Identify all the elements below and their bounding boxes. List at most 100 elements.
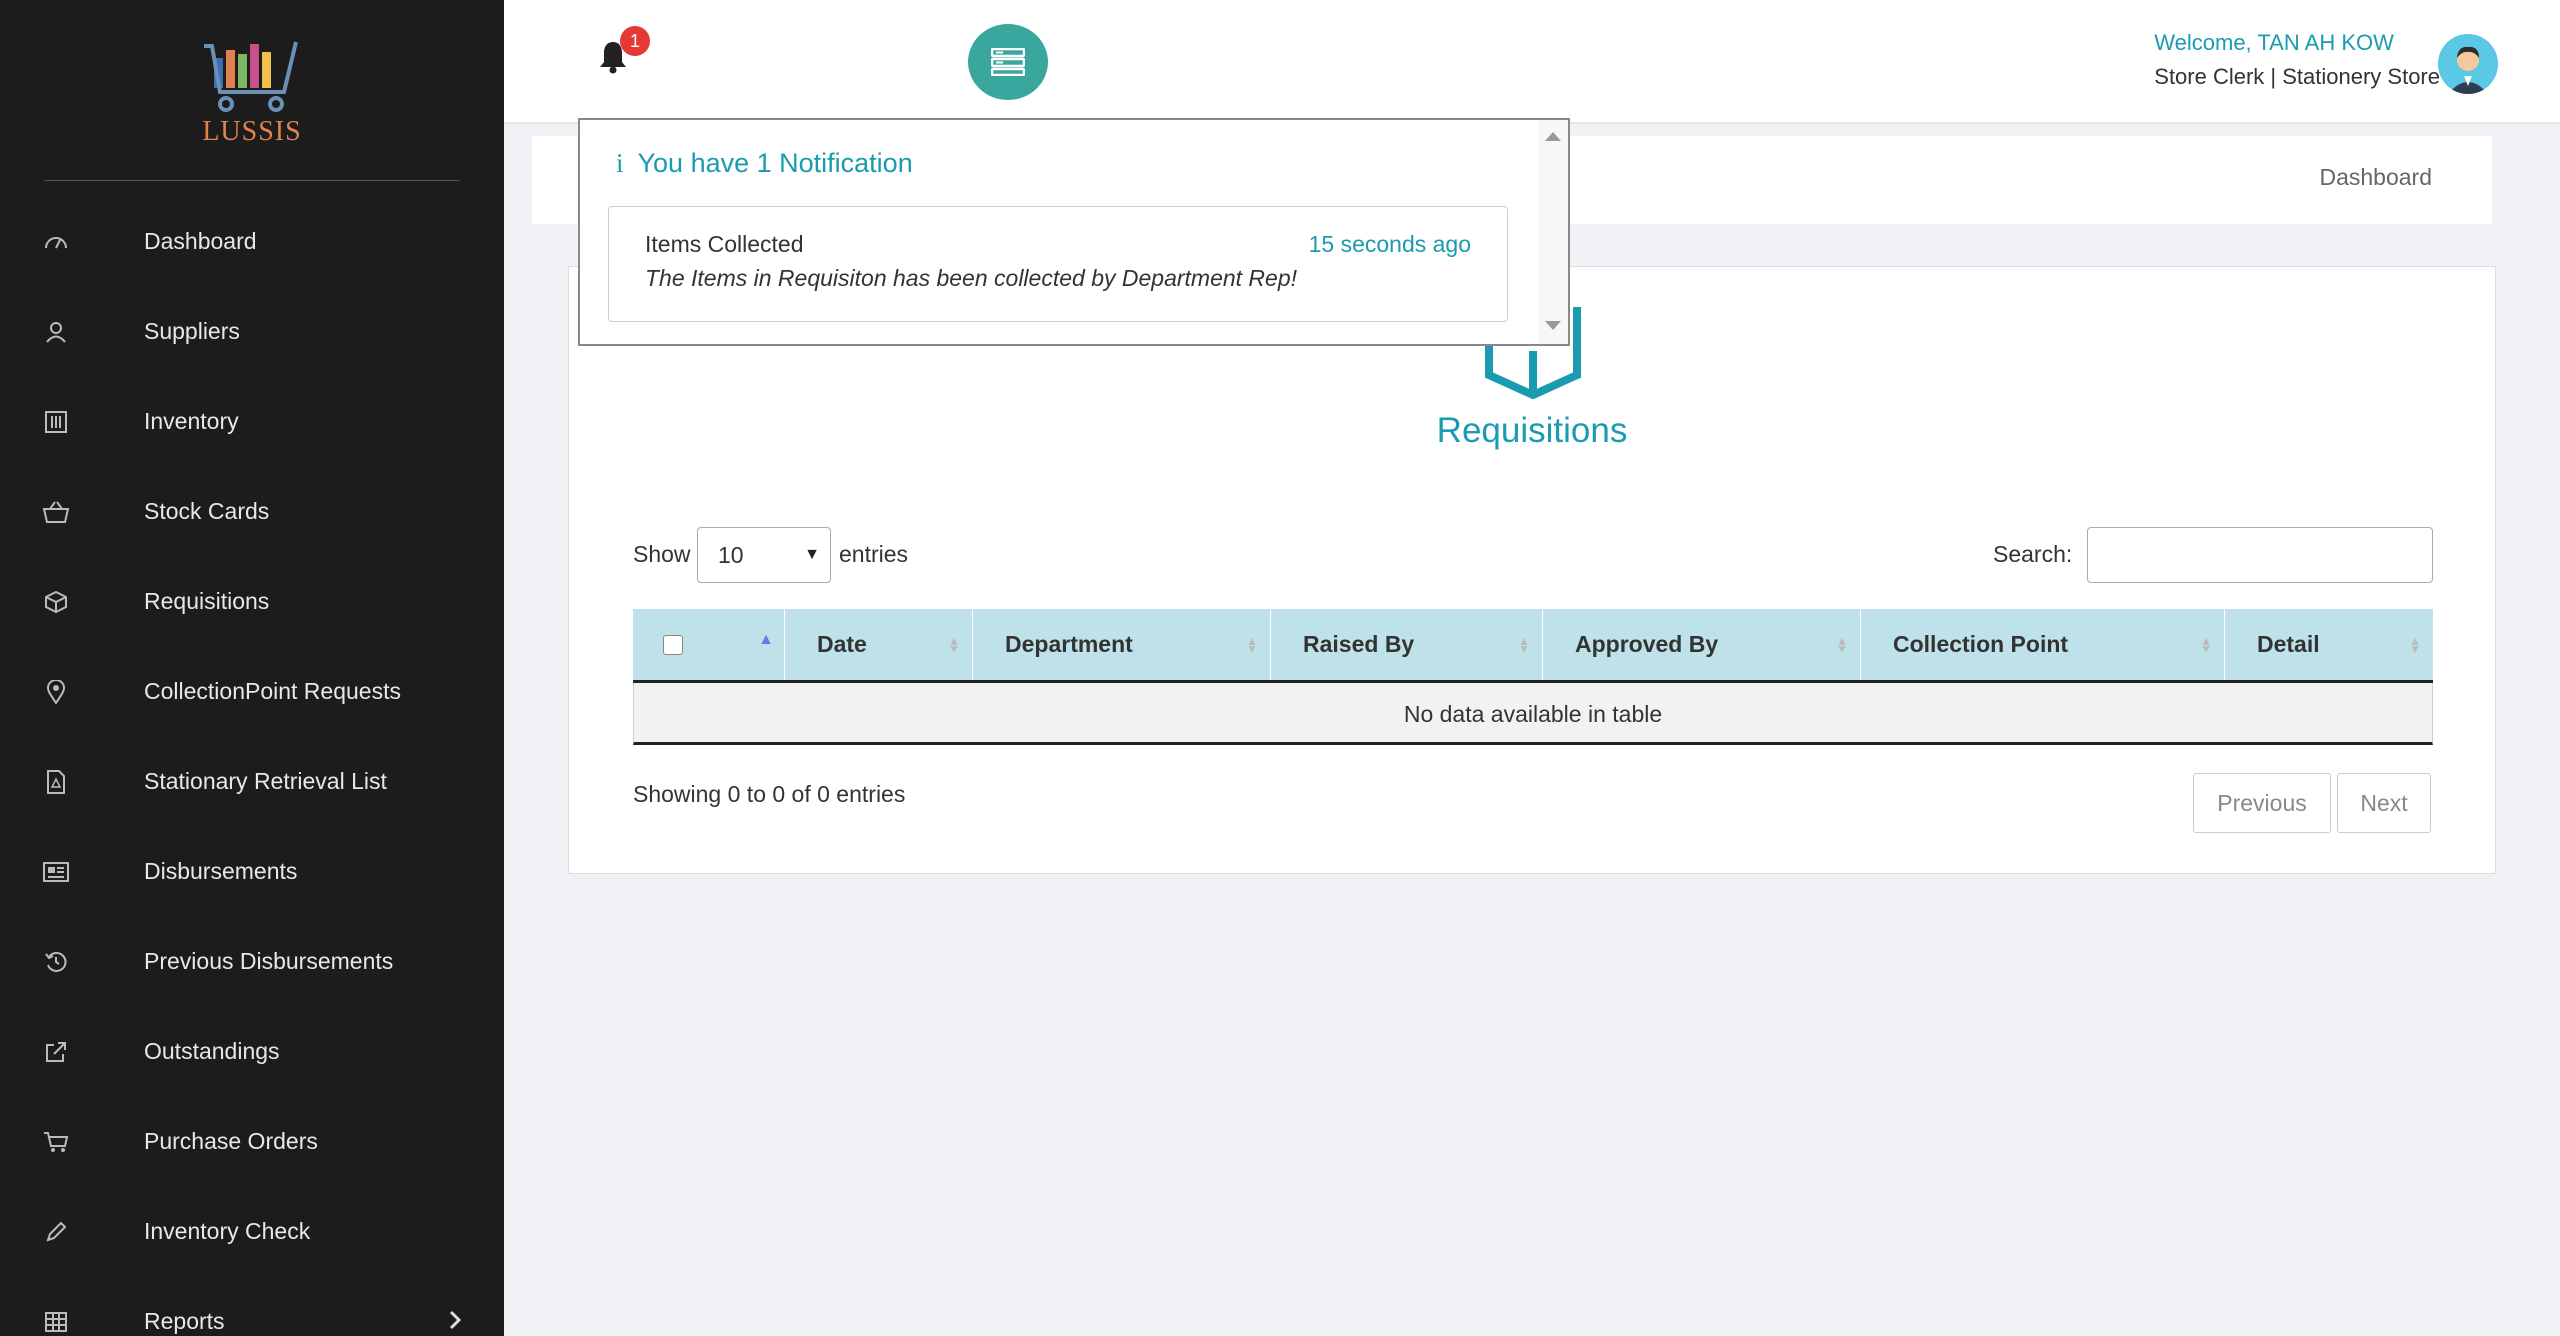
breadcrumb-current[interactable]: Dashboard	[2319, 164, 2432, 191]
sidebar-item-label: Reports	[144, 1307, 225, 1334]
sidebar-item-label: Disbursements	[144, 857, 298, 884]
page-size-select[interactable]: 10 ▼	[697, 527, 831, 583]
cart-icon	[42, 1130, 70, 1154]
pencil-icon	[42, 1220, 70, 1244]
column-header-detail[interactable]: Detail ▲ ▼	[2225, 609, 2433, 680]
scroll-up-arrow-icon[interactable]	[1545, 132, 1561, 141]
logo-text: LUSSIS	[202, 116, 302, 147]
sidebar-item-collectionpoint-requests[interactable]: CollectionPoint Requests	[0, 646, 504, 736]
avatar[interactable]	[2438, 34, 2498, 94]
sidebar-item-outstandings[interactable]: Outstandings	[0, 1006, 504, 1096]
column-label: Date	[817, 631, 867, 657]
notification-heading: i You have 1 Notification	[616, 148, 913, 179]
column-header-department[interactable]: Department ▲ ▼	[973, 609, 1271, 680]
server-icon	[991, 48, 1025, 76]
sort-icon: ▲ ▼	[2200, 634, 2212, 656]
sidebar-item-label: Suppliers	[144, 317, 240, 344]
sidebar-item-label: Dashboard	[144, 227, 257, 254]
column-header-raised-by[interactable]: Raised By ▲ ▼	[1271, 609, 1543, 680]
chevron-right-icon	[448, 1309, 462, 1336]
select-all-checkbox[interactable]	[663, 634, 683, 655]
page-size-value: 10	[718, 542, 744, 568]
external-link-icon	[42, 1040, 70, 1064]
search-input[interactable]	[2087, 527, 2433, 583]
column-label: Collection Point	[1893, 631, 2069, 657]
sidebar-item-previous-disbursements[interactable]: Previous Disbursements	[0, 916, 504, 1006]
sidebar-item-inventory[interactable]: Inventory	[0, 376, 504, 466]
sort-icon: ▲ ▼	[1836, 634, 1848, 656]
column-label: Department	[1005, 631, 1133, 657]
notification-scrollbar[interactable]	[1538, 120, 1568, 344]
notification-title: Items Collected	[645, 231, 804, 257]
sidebar-item-stock-cards[interactable]: Stock Cards	[0, 466, 504, 556]
requisitions-table: ▲ Date ▲ ▼ Department ▲ ▼ Raised By ▲ ▼ App…	[633, 609, 2433, 745]
location-pin-icon	[42, 680, 70, 704]
notification-dropdown: i You have 1 Notification Items Collected…	[578, 118, 1570, 346]
table-header-row: ▲ Date ▲ ▼ Department ▲ ▼ Raised By ▲ ▼ App…	[633, 609, 2433, 683]
table-info: Showing 0 to 0 of 0 entries	[633, 781, 906, 807]
app-logo[interactable]: LUSSIS	[196, 36, 308, 160]
user-welcome: Welcome, TAN AH KOW Store Clerk | Statio…	[2154, 30, 2440, 90]
notification-item[interactable]: Items Collected 15 seconds ago The Items…	[608, 206, 1508, 322]
sidebar-item-label: CollectionPoint Requests	[144, 677, 401, 704]
sort-asc-icon: ▲	[758, 631, 774, 648]
sidebar-item-stationary-retrieval-list[interactable]: Stationary Retrieval List	[0, 736, 504, 826]
notification-message: The Items in Requisiton has been collect…	[645, 265, 1298, 291]
cart-logo-icon	[204, 41, 298, 112]
sidebar-item-label: Stock Cards	[144, 497, 270, 524]
user-role: Store Clerk | Stationery Store	[2154, 64, 2440, 89]
select-all-column[interactable]: ▲	[633, 609, 785, 680]
requisitions-card: Requisitions Show 10 ▼ entries Search: ▲…	[568, 266, 2496, 874]
scroll-down-arrow-icon[interactable]	[1545, 321, 1561, 330]
page-title: Requisitions	[1436, 411, 1628, 450]
sidebar-nav: Dashboard Suppliers Inventory Stock Card…	[0, 196, 504, 1336]
show-label: Show	[633, 541, 691, 567]
welcome-text[interactable]: Welcome, TAN AH KOW	[2154, 30, 2440, 56]
sidebar-item-suppliers[interactable]: Suppliers	[0, 286, 504, 376]
chevron-down-icon: ▼	[804, 546, 820, 563]
column-header-collection-point[interactable]: Collection Point ▲ ▼	[1861, 609, 2225, 680]
column-label: Detail	[2257, 631, 2320, 657]
column-header-date[interactable]: Date ▲ ▼	[785, 609, 973, 680]
sidebar-item-requisitions[interactable]: Requisitions	[0, 556, 504, 646]
sidebar-item-reports[interactable]: Reports	[0, 1276, 504, 1336]
notification-count-badge: 1	[620, 26, 650, 56]
info-icon: i	[616, 148, 624, 178]
sidebar-divider	[44, 180, 460, 181]
box-icon	[42, 590, 70, 614]
sort-icon: ▲ ▼	[2409, 634, 2421, 656]
pdf-file-icon	[42, 770, 70, 794]
sidebar-item-label: Previous Disbursements	[144, 947, 394, 974]
sort-icon: ▲ ▼	[1518, 634, 1530, 656]
table-empty-row: No data available in table	[633, 683, 2433, 745]
notification-heading-text: You have 1 Notification	[637, 148, 913, 178]
notification-time: 15 seconds ago	[1308, 231, 1471, 257]
next-page-button[interactable]: Next	[2337, 773, 2431, 833]
sidebar-item-label: Inventory Check	[144, 1217, 311, 1244]
sidebar-item-label: Stationary Retrieval List	[144, 767, 387, 794]
history-icon	[42, 950, 70, 974]
search-label: Search:	[1993, 541, 2073, 567]
table-icon	[42, 1310, 70, 1334]
dashboard-icon	[42, 230, 70, 254]
sidebar-item-purchase-orders[interactable]: Purchase Orders	[0, 1096, 504, 1186]
column-header-approved-by[interactable]: Approved By ▲ ▼	[1543, 609, 1861, 680]
sidebar-item-label: Requisitions	[144, 587, 270, 614]
sort-icon: ▲ ▼	[948, 634, 960, 656]
sidebar-item-disbursements[interactable]: Disbursements	[0, 826, 504, 916]
column-label: Raised By	[1303, 631, 1415, 657]
sidebar-item-dashboard[interactable]: Dashboard	[0, 196, 504, 286]
previous-page-button[interactable]: Previous	[2193, 773, 2331, 833]
column-label: Approved By	[1575, 631, 1719, 657]
inventory-icon	[42, 410, 70, 434]
sidebar-item-inventory-check[interactable]: Inventory Check	[0, 1186, 504, 1276]
basket-icon	[42, 500, 70, 524]
user-icon	[42, 320, 70, 344]
menu-toggle-button[interactable]	[968, 24, 1048, 100]
sort-icon: ▲ ▼	[1246, 634, 1258, 656]
sidebar-item-label: Inventory	[144, 407, 239, 434]
sidebar: LUSSIS Dashboard Suppliers Inventory Sto…	[0, 0, 504, 1336]
entries-label: entries	[839, 541, 909, 567]
sidebar-item-label: Purchase Orders	[144, 1127, 318, 1154]
sidebar-item-label: Outstandings	[144, 1037, 280, 1064]
